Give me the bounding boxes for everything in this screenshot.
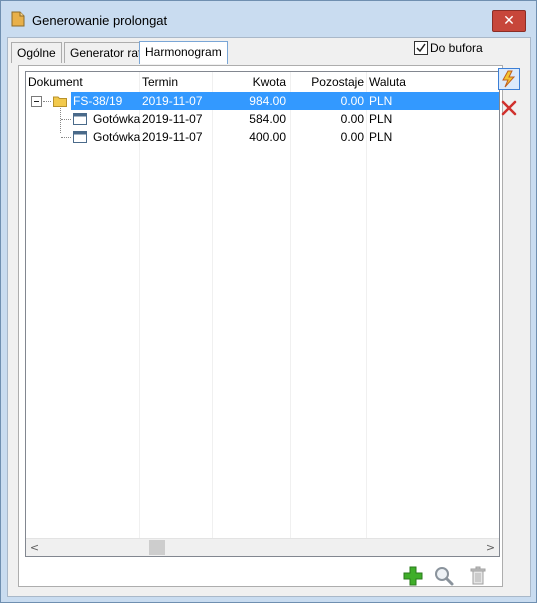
cell-kwota: 584.00: [249, 112, 286, 126]
scroll-thumb[interactable]: [149, 540, 165, 555]
scroll-right-button[interactable]: >: [482, 539, 499, 556]
harmonogram-panel: Dokument Termin Kwota Pozostaje Waluta F…: [18, 65, 503, 587]
cell-pozostaje: 0.00: [340, 130, 364, 144]
tab-harmonogram[interactable]: Harmonogram: [139, 41, 228, 64]
checkbox-box[interactable]: [414, 41, 428, 55]
scroll-left-button[interactable]: <: [26, 539, 43, 556]
preview-button[interactable]: [433, 565, 455, 587]
red-x-icon: [501, 100, 517, 116]
green-plus-icon: [403, 566, 423, 586]
checkmark-icon: [416, 43, 426, 53]
dialog-window: Generowanie prolongat ✕ Ogólne Generator…: [0, 0, 537, 603]
delete-button[interactable]: [499, 98, 521, 120]
cell-pozostaje: 0.00: [340, 112, 364, 126]
generate-button[interactable]: [498, 68, 520, 90]
horizontal-scrollbar[interactable]: < >: [26, 538, 499, 556]
close-button[interactable]: ✕: [492, 10, 526, 32]
tab-ogolne[interactable]: Ogólne: [11, 42, 62, 63]
payment-icon: [73, 131, 87, 146]
trash-icon: [470, 566, 486, 585]
cell-dokument: FS-38/19: [73, 94, 123, 108]
column-header-termin[interactable]: Termin: [142, 75, 178, 89]
cell-pozostaje: 0.00: [340, 94, 364, 108]
window-title: Generowanie prolongat: [32, 13, 168, 28]
collapse-toggle-icon[interactable]: [31, 96, 42, 107]
cell-waluta: PLN: [369, 130, 393, 144]
cell-waluta: PLN: [369, 94, 393, 108]
cell-waluta: PLN: [369, 112, 393, 126]
schedule-grid[interactable]: Dokument Termin Kwota Pozostaje Waluta F…: [25, 71, 500, 557]
client-area: Ogólne Generator rat Harmonogram Do bufo…: [7, 37, 531, 597]
add-button[interactable]: [402, 565, 424, 587]
cell-dokument: Gotówka: [93, 130, 141, 144]
document-icon: [11, 11, 25, 27]
cell-termin: 2019-11-07: [142, 130, 203, 144]
column-header-pozostaje[interactable]: Pozostaje: [292, 75, 364, 89]
cell-termin: 2019-11-07: [142, 94, 203, 108]
cell-dokument: Gotówka: [93, 112, 141, 126]
tab-generator-rat[interactable]: Generator rat: [64, 42, 148, 63]
column-header-kwota[interactable]: Kwota: [214, 75, 286, 89]
table-row[interactable]: Gotówka 2019-11-07 584.00 0.00 PLN: [26, 110, 499, 128]
table-row[interactable]: Gotówka 2019-11-07 400.00 0.00 PLN: [26, 128, 499, 146]
do-bufora-label: Do bufora: [430, 41, 483, 55]
trash-button[interactable]: [467, 565, 489, 587]
cell-kwota: 400.00: [249, 130, 286, 144]
title-bar[interactable]: Generowanie prolongat ✕: [1, 1, 536, 37]
lightning-icon: [502, 70, 516, 88]
column-header-waluta[interactable]: Waluta: [369, 75, 406, 89]
magnifier-icon: [435, 567, 454, 586]
cell-termin: 2019-11-07: [142, 112, 203, 126]
table-row[interactable]: FS-38/19 2019-11-07 984.00 0.00 PLN: [26, 92, 499, 110]
column-header-dokument[interactable]: Dokument: [28, 75, 83, 89]
cell-kwota: 984.00: [249, 94, 286, 108]
payment-icon: [73, 113, 87, 128]
